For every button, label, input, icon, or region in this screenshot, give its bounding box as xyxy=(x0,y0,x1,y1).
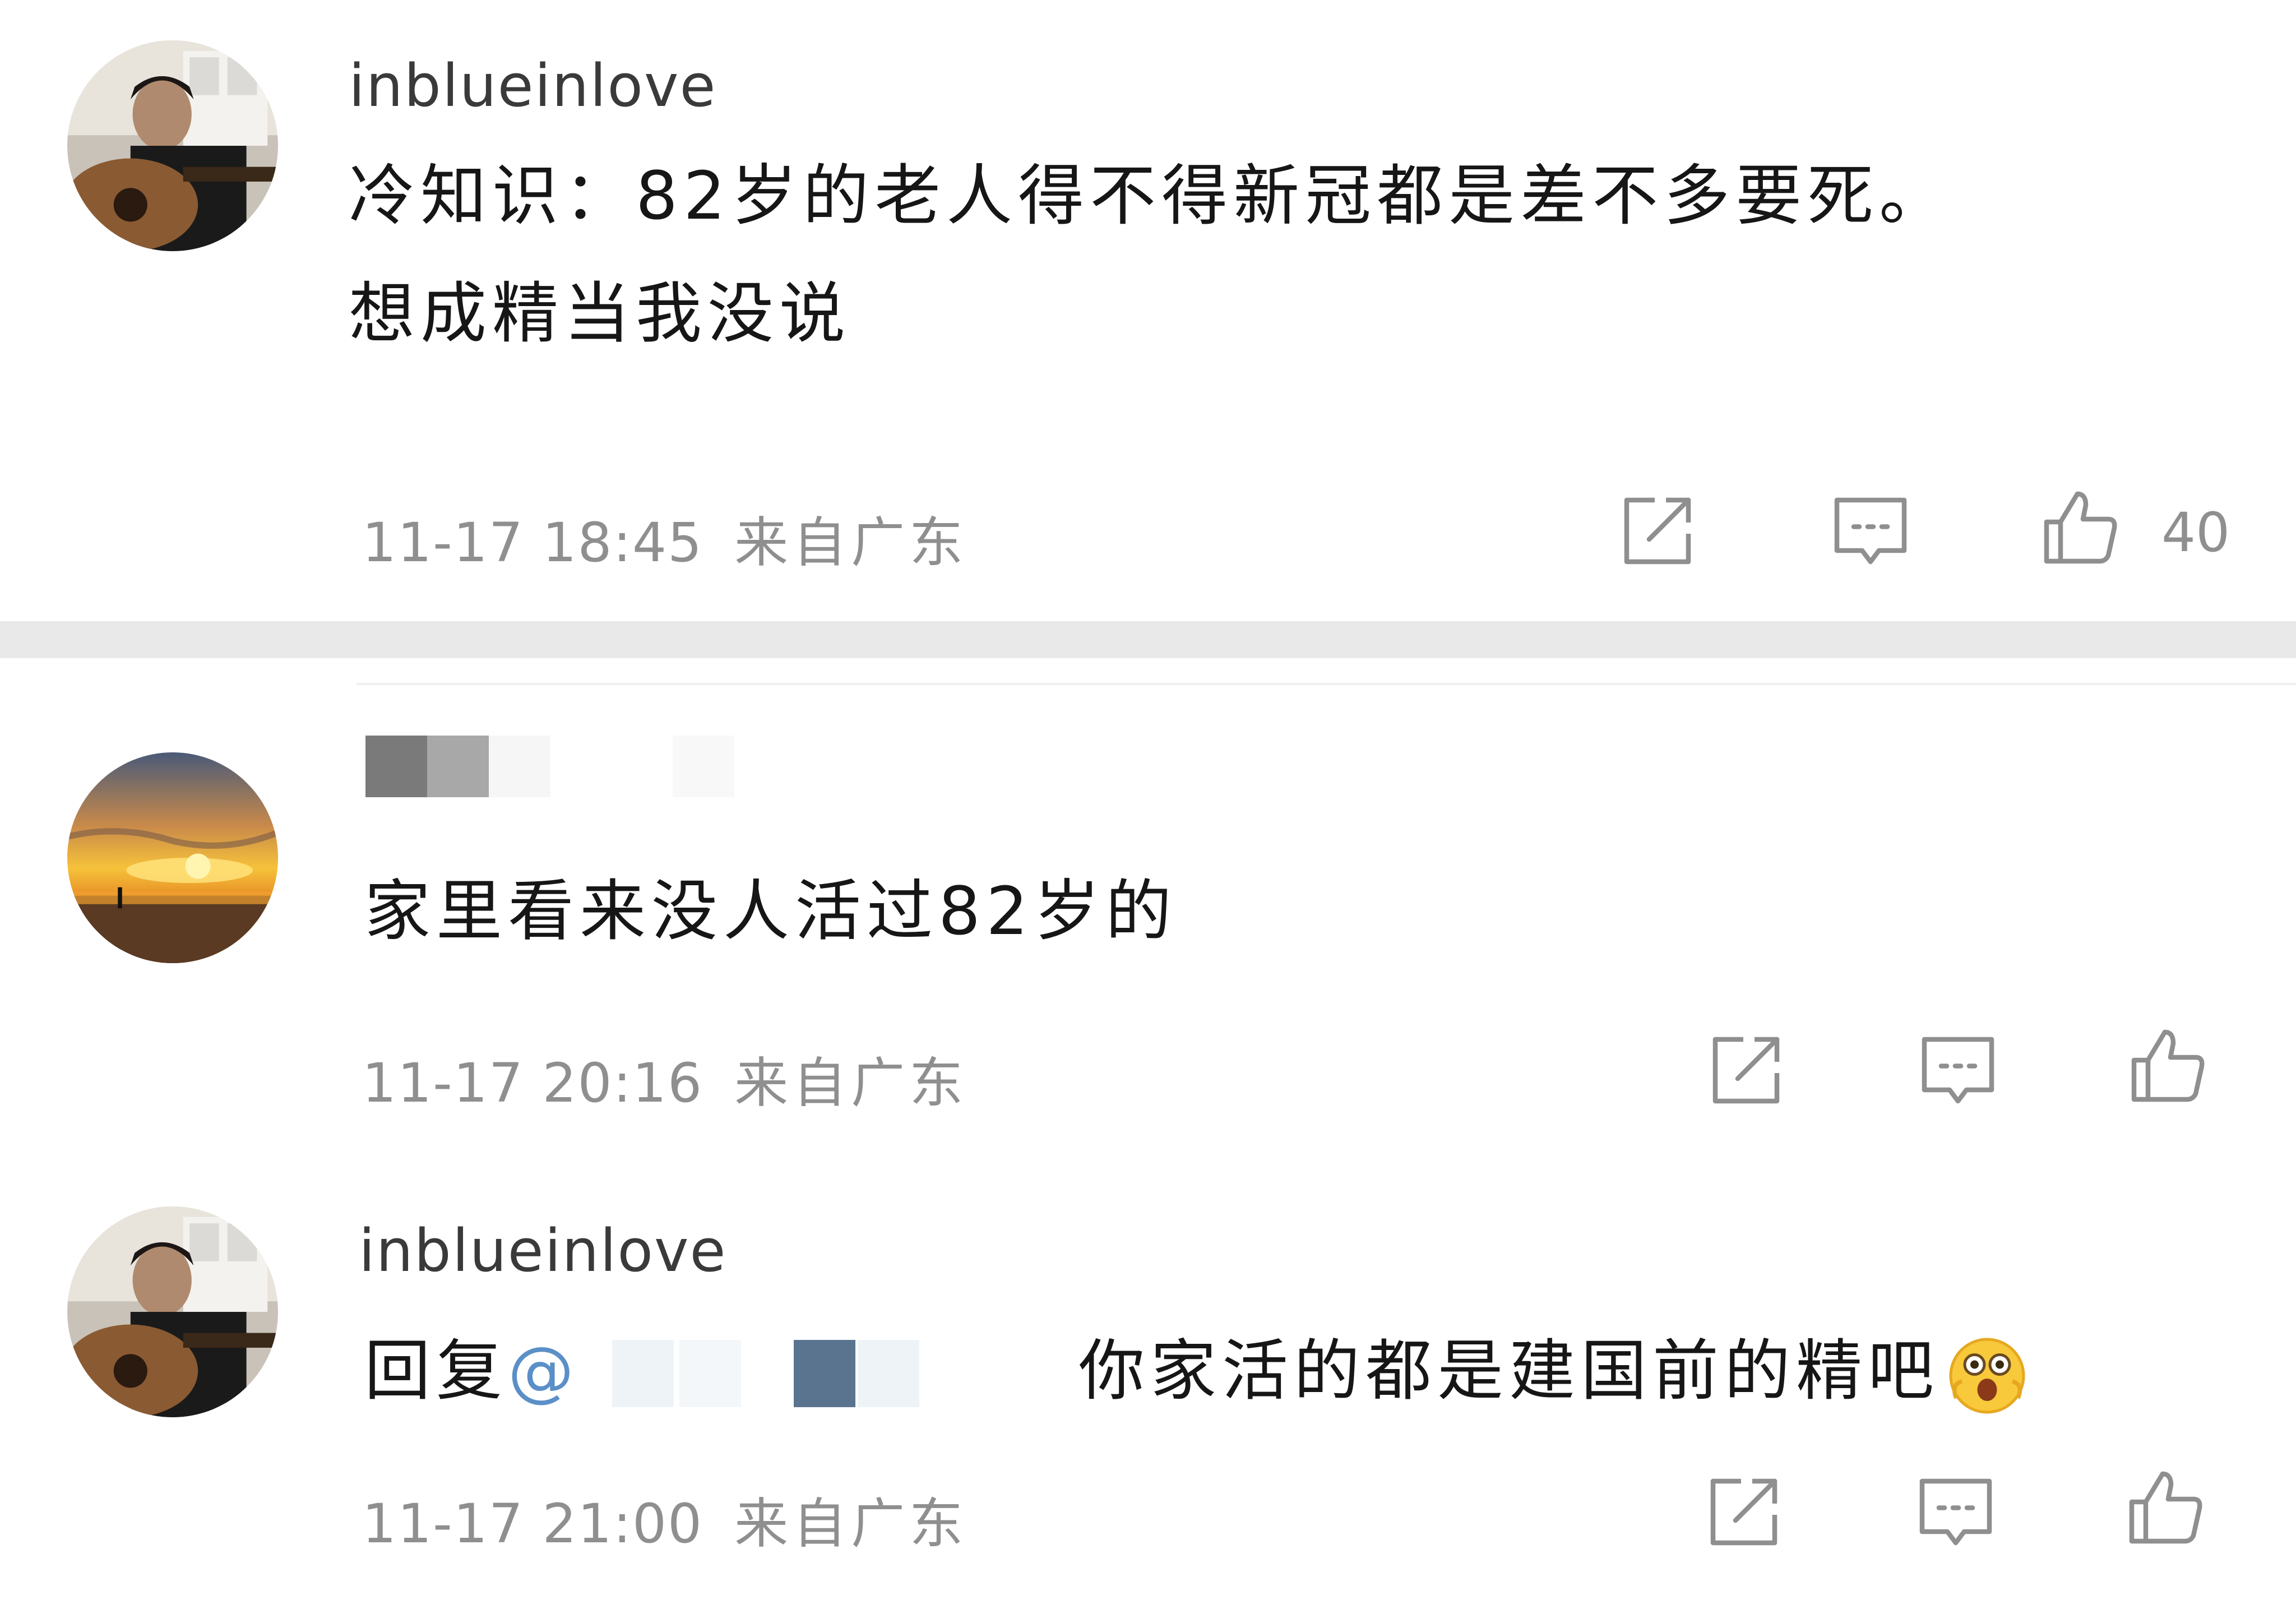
like-button[interactable] xyxy=(2038,486,2122,570)
comment-meta: 11-17 21:00 来自广东 xyxy=(362,1480,968,1558)
like-count: 40 xyxy=(2161,501,2230,564)
comment-text-line: 冷知识：82岁的老人得不得新冠都是差不多要死。 xyxy=(349,157,1951,234)
comment-icon xyxy=(1922,1037,1994,1104)
shocked-face-emoji xyxy=(1945,1334,2029,1418)
comment-text-line: 家里看来没人活过82岁的 xyxy=(364,872,1178,950)
mention-link[interactable]: @ xyxy=(508,1332,580,1409)
redacted-username xyxy=(489,736,550,797)
comment-item: 家里看来没人活过82岁的 11-17 20:16 来自广东 xyxy=(0,685,2296,1134)
comment-icon xyxy=(1919,1478,1992,1546)
avatar[interactable] xyxy=(67,752,278,963)
comment-item: inblueinlove 冷知识：82岁的老人得不得新冠都是差不多要死。 想成精… xyxy=(0,0,2296,621)
redacted-mention xyxy=(612,1340,674,1407)
thumbs-up-icon xyxy=(2044,491,2117,564)
timestamp: 11-17 18:45 xyxy=(362,511,703,574)
redacted-mention xyxy=(858,1340,919,1407)
username[interactable]: inblueinlove xyxy=(359,1217,726,1285)
reply-button[interactable] xyxy=(1916,1028,2000,1112)
comment-text: 冷知识：82岁的老人得不得新冠都是差不多要死。 想成精当我没说 xyxy=(349,137,1951,372)
avatar[interactable] xyxy=(67,40,278,251)
redacted-username xyxy=(673,736,734,797)
comment-meta: 11-17 18:45 来自广东 xyxy=(362,499,968,577)
redacted-username xyxy=(427,736,489,797)
comment-text: 家里看来没人活过82岁的 xyxy=(364,852,1177,970)
location: 来自广东 xyxy=(734,1492,968,1555)
like-button[interactable] xyxy=(2126,1024,2210,1108)
comment-item: inblueinlove 回复@ 你家活的都是建国前的精吧 11-17 21:00… xyxy=(0,1134,2296,1609)
comment-meta: 11-17 20:16 来自广东 xyxy=(362,1039,968,1117)
share-button[interactable] xyxy=(1615,489,1700,573)
location: 来自广东 xyxy=(734,1052,968,1115)
comment-icon xyxy=(1834,497,1907,565)
username[interactable]: inblueinlove xyxy=(349,52,716,120)
section-divider xyxy=(0,621,2296,658)
timestamp: 11-17 21:00 xyxy=(362,1492,703,1555)
location: 来自广东 xyxy=(734,511,968,574)
share-icon xyxy=(1712,1037,1780,1104)
like-button[interactable] xyxy=(2123,1465,2207,1550)
avatar[interactable] xyxy=(67,1206,278,1417)
redacted-mention xyxy=(794,1340,855,1407)
reply-button[interactable] xyxy=(1829,489,1913,573)
share-icon xyxy=(1710,1478,1777,1546)
share-button[interactable] xyxy=(1704,1028,1788,1112)
thumbs-up-icon xyxy=(2131,1029,2205,1102)
reply-button[interactable] xyxy=(1914,1470,1998,1554)
redacted-mention xyxy=(679,1340,741,1407)
comment-text-line: 想成精当我没说 xyxy=(349,275,851,352)
timestamp: 11-17 20:16 xyxy=(362,1052,703,1115)
reply-text: 你家活的都是建国前的精吧 xyxy=(1078,1332,1940,1409)
share-icon xyxy=(1624,497,1691,565)
reply-prefix: 回复 xyxy=(364,1332,508,1409)
redacted-username xyxy=(365,736,427,797)
thumbs-up-icon xyxy=(2129,1471,2202,1544)
share-button[interactable] xyxy=(1702,1470,1786,1554)
